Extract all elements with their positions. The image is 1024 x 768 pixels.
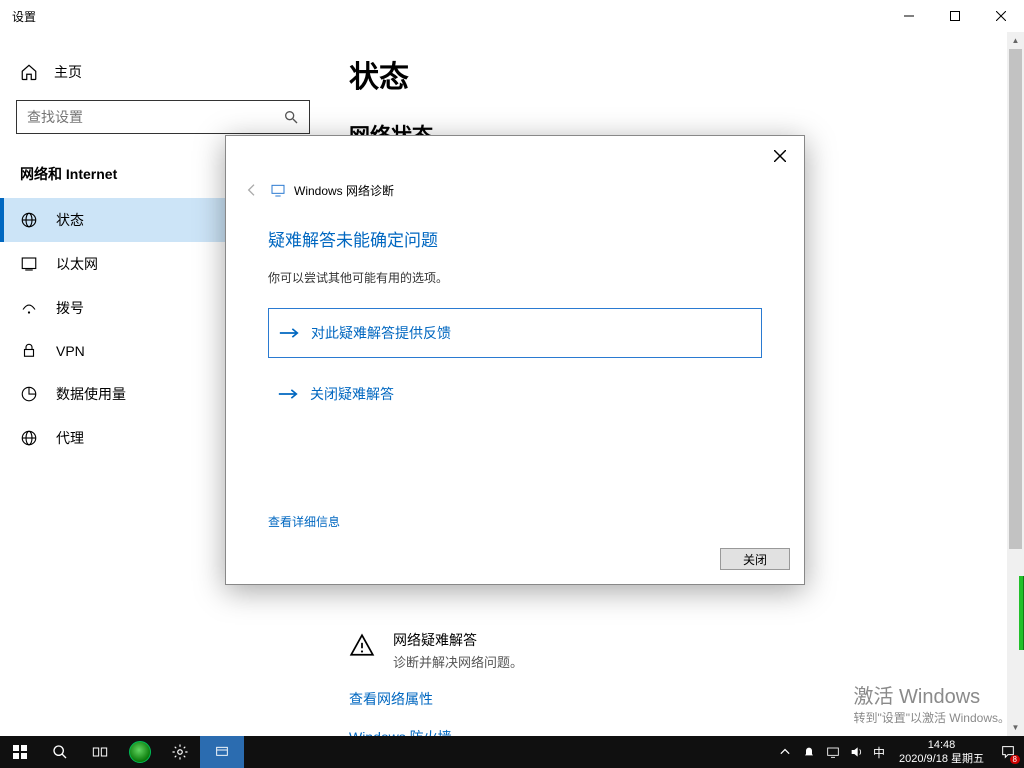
close-button[interactable] bbox=[978, 0, 1024, 32]
dialog-subtext: 你可以尝试其他可能有用的选项。 bbox=[268, 269, 762, 286]
search-taskbar-button[interactable] bbox=[40, 736, 80, 768]
sidebar-item-label: 代理 bbox=[56, 428, 84, 448]
search-icon bbox=[283, 109, 299, 125]
sidebar-item-label: VPN bbox=[56, 343, 85, 359]
internet-explorer-taskbar[interactable] bbox=[129, 741, 151, 763]
search-input-wrap[interactable] bbox=[16, 100, 310, 134]
vpn-icon bbox=[20, 342, 38, 360]
window-title: 设置 bbox=[12, 8, 36, 25]
warning-icon bbox=[349, 632, 375, 658]
diagnostics-icon bbox=[270, 182, 286, 198]
feedback-option-label: 对此疑难解答提供反馈 bbox=[311, 323, 451, 343]
titlebar: 设置 bbox=[0, 0, 1024, 32]
arrow-right-icon bbox=[279, 326, 299, 340]
close-troubleshooter-option[interactable]: 关闭疑难解答 bbox=[268, 370, 762, 418]
network-tray-icon[interactable] bbox=[825, 744, 841, 760]
sidebar-item-label: 以太网 bbox=[56, 254, 98, 274]
home-link[interactable]: 主页 bbox=[0, 52, 325, 92]
green-indicator bbox=[1019, 576, 1024, 650]
search-input[interactable] bbox=[27, 109, 283, 125]
volume-tray-icon[interactable] bbox=[849, 744, 865, 760]
scroll-up-arrow[interactable]: ▲ bbox=[1007, 32, 1024, 49]
tray-overflow-icon[interactable] bbox=[777, 744, 793, 760]
maximize-button[interactable] bbox=[932, 0, 978, 32]
minimize-button[interactable] bbox=[886, 0, 932, 32]
page-title: 状态 bbox=[349, 52, 1000, 96]
task-view-button[interactable] bbox=[80, 736, 120, 768]
arrow-right-icon bbox=[278, 387, 298, 401]
taskbar: 中 14:48 2020/9/18 星期五 8 bbox=[0, 736, 1024, 768]
view-network-properties-link[interactable]: 查看网络属性 bbox=[349, 689, 1000, 709]
ime-indicator[interactable]: 中 bbox=[873, 744, 885, 760]
taskbar-clock[interactable]: 14:48 2020/9/18 星期五 bbox=[893, 738, 990, 766]
home-label: 主页 bbox=[54, 62, 82, 82]
dialup-icon bbox=[20, 299, 38, 317]
scroll-down-arrow[interactable]: ▼ bbox=[1007, 719, 1024, 736]
sidebar-item-label: 拨号 bbox=[56, 298, 84, 318]
start-button[interactable] bbox=[0, 736, 40, 768]
troubleshoot-row: 网络疑难解答 诊断并解决网络问题。 bbox=[349, 630, 1000, 671]
dialog-close-x[interactable] bbox=[762, 142, 798, 170]
troubleshoot-desc: 诊断并解决网络问题。 bbox=[393, 652, 523, 671]
feedback-option[interactable]: 对此疑难解答提供反馈 bbox=[268, 308, 762, 358]
settings-taskbar-button[interactable] bbox=[160, 736, 200, 768]
action-center-badge: 8 bbox=[1010, 755, 1020, 764]
dialog-result-heading: 疑难解答未能确定问题 bbox=[268, 226, 762, 251]
home-icon bbox=[20, 63, 38, 81]
action-center-icon[interactable]: 8 bbox=[998, 742, 1018, 762]
ethernet-icon bbox=[20, 255, 38, 273]
sidebar-item-label: 数据使用量 bbox=[56, 384, 126, 404]
sidebar-item-label: 状态 bbox=[56, 210, 84, 230]
network-diagnostics-dialog: Windows 网络诊断 疑难解答未能确定问题 你可以尝试其他可能有用的选项。 … bbox=[225, 135, 805, 585]
view-details-link[interactable]: 查看详细信息 bbox=[226, 513, 804, 530]
settings-window: 设置 主页 网络和 Internet 状态 bbox=[0, 0, 1024, 736]
close-option-label: 关闭疑难解答 bbox=[310, 384, 394, 404]
active-app-taskbar[interactable] bbox=[200, 736, 244, 768]
data-usage-icon bbox=[20, 385, 38, 403]
status-icon bbox=[20, 211, 38, 229]
dialog-close-button[interactable]: 关闭 bbox=[720, 548, 790, 570]
dialog-title: Windows 网络诊断 bbox=[294, 182, 394, 199]
scroll-thumb[interactable] bbox=[1009, 49, 1022, 549]
notifications-bell-icon[interactable] bbox=[801, 744, 817, 760]
troubleshoot-title: 网络疑难解答 bbox=[393, 630, 523, 650]
dialog-back-button[interactable] bbox=[242, 180, 262, 200]
windows-firewall-link[interactable]: Windows 防火墙 bbox=[349, 727, 1000, 736]
proxy-icon bbox=[20, 429, 38, 447]
